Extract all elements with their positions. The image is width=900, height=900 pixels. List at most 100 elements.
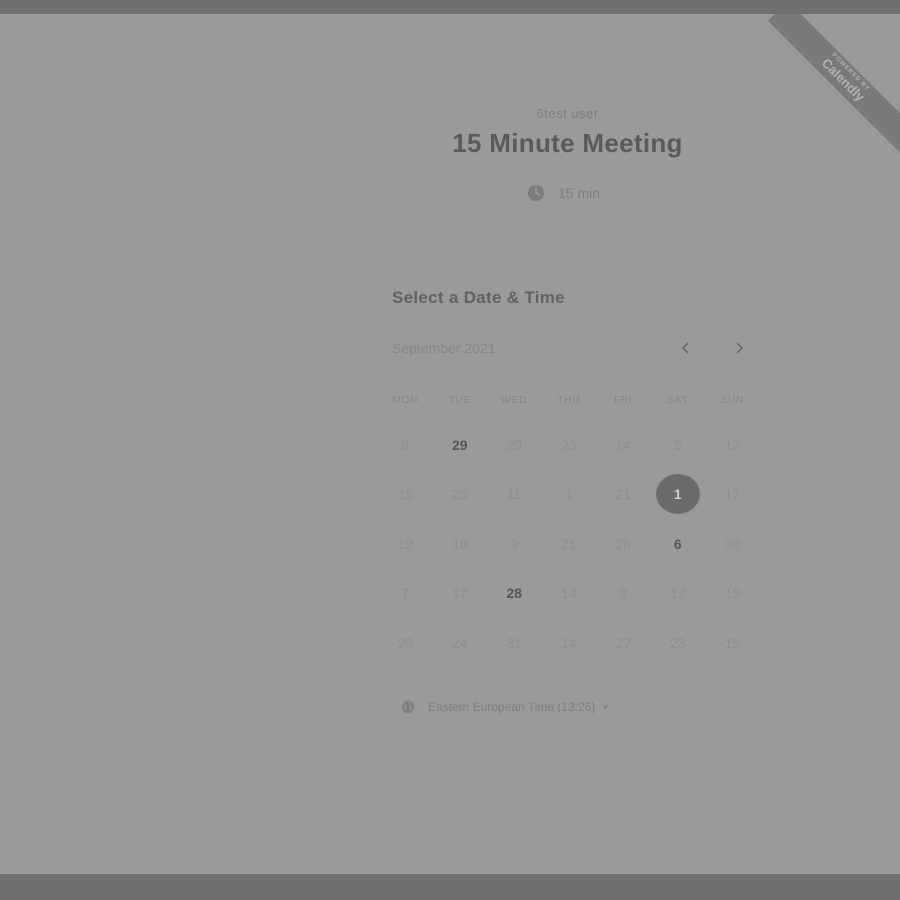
day-number: 30 bbox=[724, 535, 741, 552]
timezone-selector[interactable]: Eastern European Time (13:26) ▼ bbox=[401, 700, 609, 714]
unavailable-day: 28 bbox=[596, 522, 651, 566]
unavailable-day: 12 bbox=[705, 423, 760, 467]
day-number: 20 bbox=[397, 634, 414, 651]
day-number: 21 bbox=[560, 535, 577, 552]
day-number: 23 bbox=[669, 634, 686, 651]
day-of-week-label: SUN bbox=[720, 395, 744, 406]
day-number: 17 bbox=[451, 585, 468, 602]
unavailable-day: 31 bbox=[487, 621, 542, 665]
unavailable-day: 30 bbox=[705, 522, 760, 566]
section-title: Select a Date & Time bbox=[392, 288, 565, 307]
caret-down-icon: ▼ bbox=[601, 702, 610, 712]
unavailable-day: 14 bbox=[596, 423, 651, 467]
available-day-button[interactable]: 29 bbox=[433, 423, 488, 467]
day-number: 12 bbox=[724, 436, 741, 453]
unavailable-day: 7 bbox=[378, 571, 433, 615]
day-number: 15 bbox=[724, 634, 741, 651]
event-duration: 15 min bbox=[527, 182, 600, 204]
clock-icon bbox=[527, 184, 545, 202]
day-of-week-label: SAT bbox=[667, 395, 689, 406]
calendar-week-row: 15 20 11 1 21 1 17 bbox=[378, 470, 760, 520]
calendar-week-row: 12 18 9 21 28 6 30 bbox=[378, 519, 760, 569]
unavailable-day: 8 bbox=[378, 423, 433, 467]
month-label: September 2021 bbox=[392, 340, 496, 356]
day-number: 1 bbox=[564, 486, 573, 503]
unavailable-day: 8 bbox=[596, 571, 651, 615]
unavailable-day: 17 bbox=[705, 472, 760, 516]
unavailable-day: 14 bbox=[542, 621, 597, 665]
timezone-label: Eastern European Time (13:26) bbox=[428, 700, 596, 714]
unavailable-day: 20 bbox=[433, 472, 488, 516]
calendar-weeks: 8 29 29 23 14 5 12 15 20 11 1 21 1 17 12 18 9 21 28 6 30 7 17 2… bbox=[378, 420, 760, 668]
day-number: 5 bbox=[673, 436, 682, 453]
unavailable-day: 21 bbox=[596, 472, 651, 516]
unavailable-day: 29 bbox=[487, 423, 542, 467]
day-of-week-label: THU bbox=[557, 395, 581, 406]
host-name: 6test user bbox=[536, 106, 599, 121]
unavailable-day: 24 bbox=[433, 621, 488, 665]
day-number: 9 bbox=[510, 535, 519, 552]
day-number: 24 bbox=[451, 634, 468, 651]
unavailable-day: 15 bbox=[378, 472, 433, 516]
days-of-week-header: MON TUE WED THU FRI SAT SUN bbox=[378, 390, 760, 412]
day-number: 1 bbox=[655, 474, 700, 515]
day-number: 12 bbox=[397, 535, 414, 552]
available-day-button[interactable]: 28 bbox=[487, 571, 542, 615]
day-number: 19 bbox=[724, 585, 741, 602]
day-of-week-label: TUE bbox=[448, 395, 471, 406]
unavailable-day: 9 bbox=[487, 522, 542, 566]
event-title: 15 Minute Meeting bbox=[452, 128, 683, 158]
calendar-week-row: 20 24 31 14 27 23 15 bbox=[378, 618, 760, 668]
day-number: 8 bbox=[619, 585, 628, 602]
calendar-grid: MON TUE WED THU FRI SAT SUN 8 29 29 23 14 5 12… bbox=[378, 390, 760, 668]
chevron-left-icon bbox=[681, 342, 689, 354]
day-of-week-label: WED bbox=[501, 395, 528, 406]
unavailable-day: 17 bbox=[651, 571, 706, 615]
booking-page: POWERED BY Calendly 6test user 15 Minute… bbox=[0, 14, 900, 874]
day-of-week-label: MON bbox=[392, 395, 419, 406]
unavailable-day: 11 bbox=[487, 472, 542, 516]
unavailable-day: 15 bbox=[705, 621, 760, 665]
day-number: 27 bbox=[615, 634, 632, 651]
unavailable-day: 23 bbox=[542, 423, 597, 467]
calendar-week-row: 7 17 28 14 8 17 19 bbox=[378, 569, 760, 619]
day-number: 6 bbox=[673, 535, 682, 552]
day-number: 28 bbox=[506, 585, 523, 602]
unavailable-day: 5 bbox=[651, 423, 706, 467]
unavailable-day: 18 bbox=[433, 522, 488, 566]
chevron-right-icon bbox=[736, 342, 744, 354]
day-number: 7 bbox=[401, 585, 410, 602]
day-number: 11 bbox=[506, 486, 522, 503]
duration-label: 15 min bbox=[558, 185, 601, 201]
next-month-button[interactable] bbox=[729, 338, 749, 358]
day-number: 17 bbox=[669, 585, 686, 602]
day-number: 29 bbox=[451, 436, 468, 453]
unavailable-day: 17 bbox=[433, 571, 488, 615]
globe-icon bbox=[401, 700, 415, 714]
day-number: 20 bbox=[451, 486, 468, 503]
previous-month-button[interactable] bbox=[676, 338, 696, 358]
day-number: 23 bbox=[560, 436, 577, 453]
selected-day-button[interactable]: 1 bbox=[651, 472, 706, 516]
unavailable-day: 27 bbox=[596, 621, 651, 665]
day-number: 31 bbox=[506, 634, 523, 651]
day-of-week-label: FRI bbox=[613, 395, 633, 406]
day-number: 14 bbox=[560, 585, 577, 602]
unavailable-day: 20 bbox=[378, 621, 433, 665]
available-day-button[interactable]: 6 bbox=[651, 522, 706, 566]
unavailable-day: 23 bbox=[651, 621, 706, 665]
day-number: 14 bbox=[615, 436, 632, 453]
top-frame-bar bbox=[0, 0, 900, 14]
bottom-frame-bar bbox=[0, 874, 900, 900]
day-number: 15 bbox=[397, 486, 414, 503]
unavailable-day: 1 bbox=[542, 472, 597, 516]
day-number: 29 bbox=[506, 436, 523, 453]
day-number: 14 bbox=[560, 634, 577, 651]
day-number: 8 bbox=[401, 436, 410, 453]
day-number: 21 bbox=[615, 486, 632, 503]
unavailable-day: 21 bbox=[542, 522, 597, 566]
day-number: 17 bbox=[724, 486, 741, 503]
day-number: 28 bbox=[615, 535, 632, 552]
calendar-week-row: 8 29 29 23 14 5 12 bbox=[378, 420, 760, 470]
day-number: 18 bbox=[451, 535, 468, 552]
